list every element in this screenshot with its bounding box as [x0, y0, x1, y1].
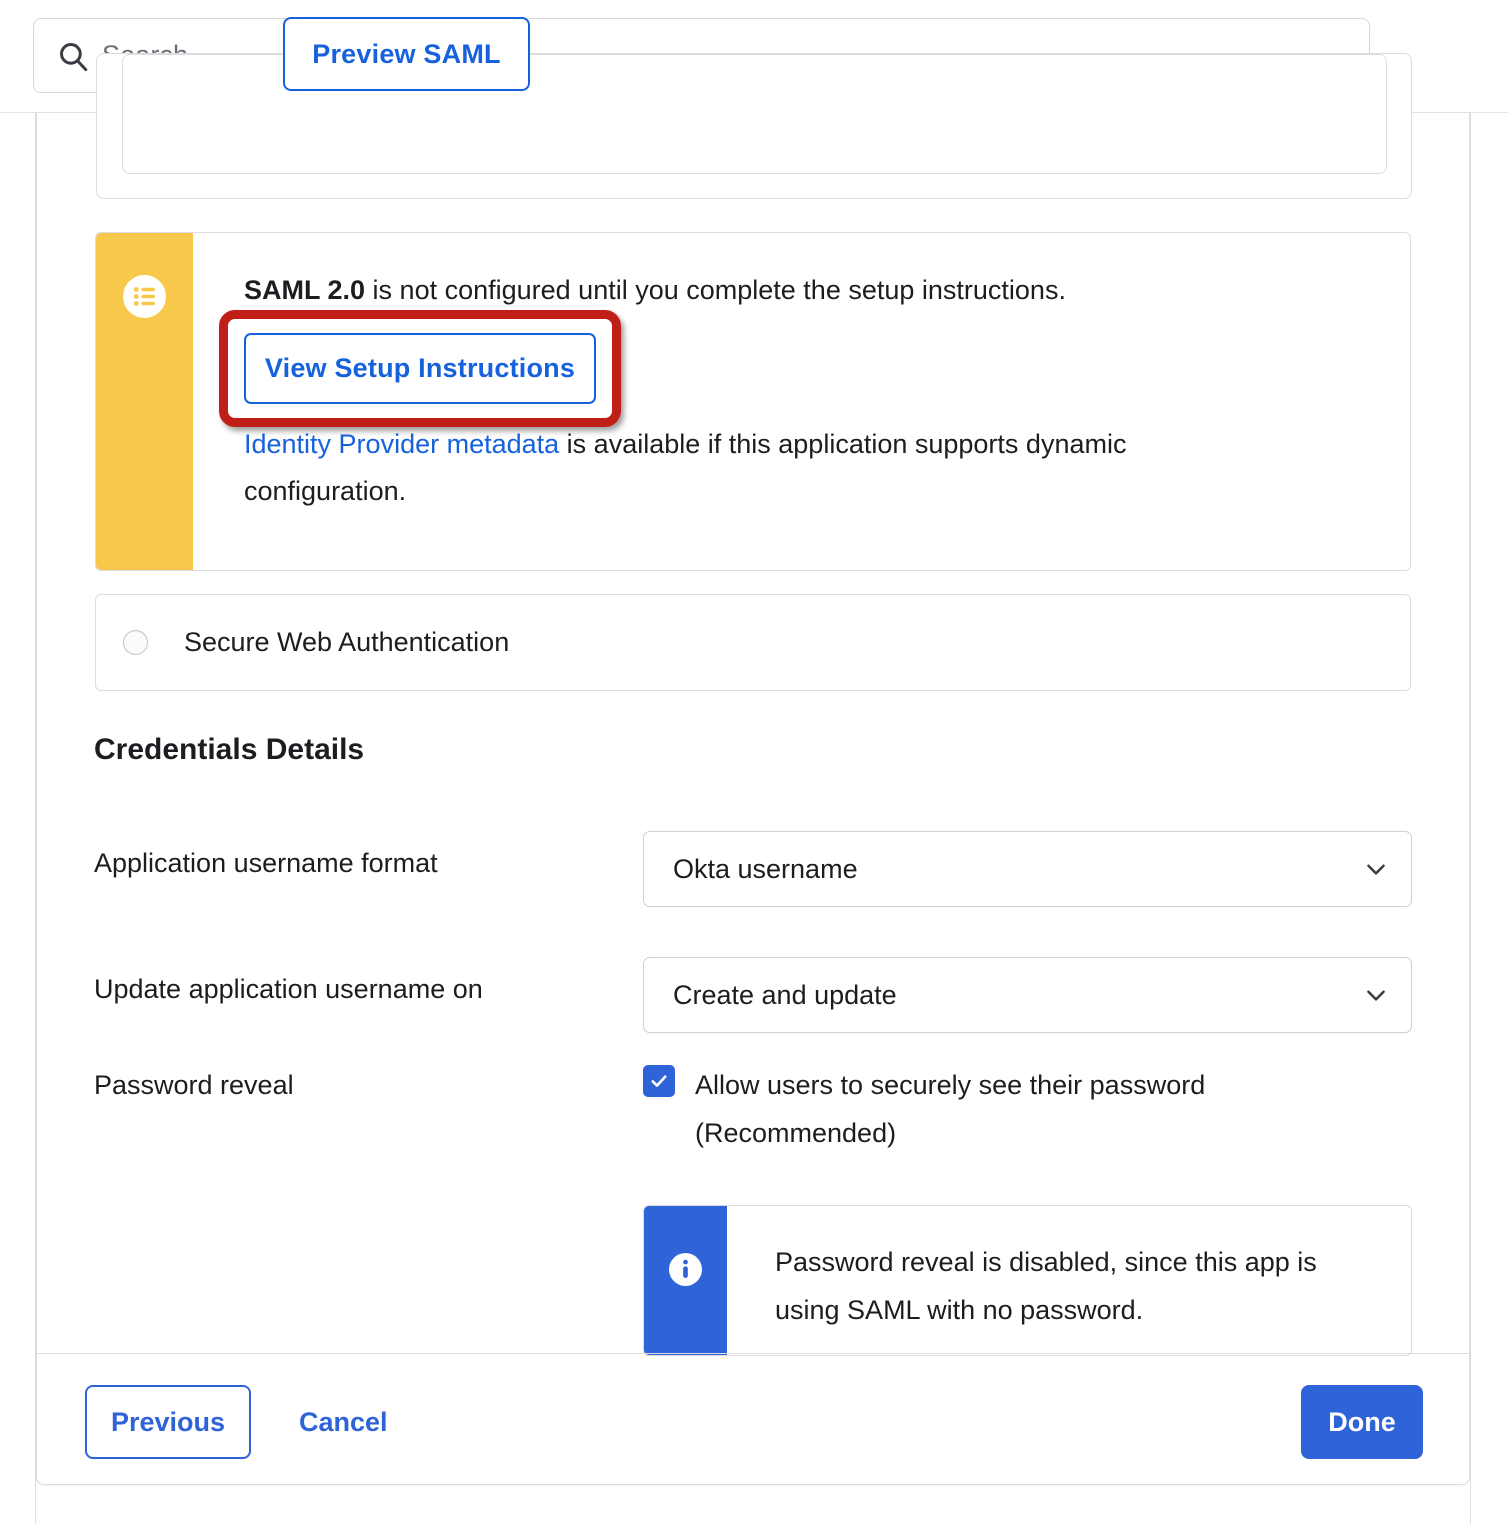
warning-title-rest: is not configured until you complete the…: [365, 275, 1066, 305]
app-page: Search... Preview SAML: [0, 0, 1508, 1524]
info-circle-icon: [669, 1253, 702, 1287]
warning-body: SAML 2.0 is not configured until you com…: [193, 233, 1410, 570]
password-reveal-group: Allow users to securely see their passwo…: [643, 1053, 1412, 1357]
secure-web-auth-radio[interactable]: [123, 630, 148, 655]
update-application-username-row: Update application username on Create an…: [94, 957, 1412, 1033]
password-reveal-checkbox[interactable]: [643, 1065, 675, 1097]
password-reveal-label: Password reveal: [94, 1070, 294, 1100]
password-reveal-checkbox-line[interactable]: Allow users to securely see their passwo…: [643, 1061, 1412, 1157]
info-callout-text: Password reveal is disabled, since this …: [775, 1247, 1317, 1326]
previous-button[interactable]: Previous: [85, 1385, 251, 1459]
chevron-down-icon: [1367, 864, 1385, 875]
preview-saml-button[interactable]: Preview SAML: [283, 17, 530, 91]
chevron-down-icon: [1367, 990, 1385, 1001]
footer-actions: Previous Cancel Done: [37, 1354, 1469, 1484]
view-setup-instructions-button[interactable]: View Setup Instructions: [244, 333, 596, 405]
warning-stripe: [96, 233, 193, 570]
update-application-username-value: Create and update: [673, 979, 897, 1010]
password-reveal-checkbox-label: Allow users to securely see their passwo…: [695, 1070, 1206, 1149]
page-right-border: [1470, 113, 1471, 1524]
info-callout-stripe: [644, 1206, 727, 1356]
update-application-username-select[interactable]: Create and update: [643, 957, 1412, 1033]
secure-web-authentication-option[interactable]: Secure Web Authentication: [95, 594, 1411, 691]
cancel-button[interactable]: Cancel: [299, 1385, 388, 1459]
credentials-details-heading: Credentials Details: [94, 733, 365, 766]
search-icon: [60, 42, 88, 71]
warning-title-strong: SAML 2.0: [244, 275, 366, 305]
update-application-username-label: Update application username on: [94, 974, 483, 1004]
list-circle-icon: [123, 275, 166, 318]
password-reveal-info-callout: Password reveal is disabled, since this …: [643, 1205, 1412, 1357]
identity-provider-metadata-link[interactable]: Identity Provider metadata: [244, 429, 559, 459]
application-username-format-row: Application username format Okta usernam…: [94, 831, 1412, 907]
secure-web-auth-label: Secure Web Authentication: [184, 627, 510, 657]
check-icon: [651, 1075, 667, 1087]
view-setup-annotation-wrap: View Setup Instructions: [219, 310, 621, 428]
warning-title: SAML 2.0 is not configured until you com…: [244, 273, 1376, 308]
application-username-format-label: Application username format: [94, 848, 438, 878]
application-username-format-select[interactable]: Okta username: [643, 831, 1412, 907]
done-button[interactable]: Done: [1301, 1385, 1423, 1459]
idp-metadata-text: Identity Provider metadata is available …: [244, 421, 1234, 514]
password-reveal-row: Password reveal Allow users to securely …: [94, 1053, 1412, 1357]
application-username-format-value: Okta username: [673, 853, 858, 884]
preview-panel: Preview SAML: [96, 17, 1412, 199]
preview-panel-inner: Preview SAML: [122, 17, 1387, 174]
saml-warning-banner: SAML 2.0 is not configured until you com…: [95, 232, 1411, 571]
config-card: Preview SAML SAML 2.0 is not configured …: [36, 17, 1470, 1485]
